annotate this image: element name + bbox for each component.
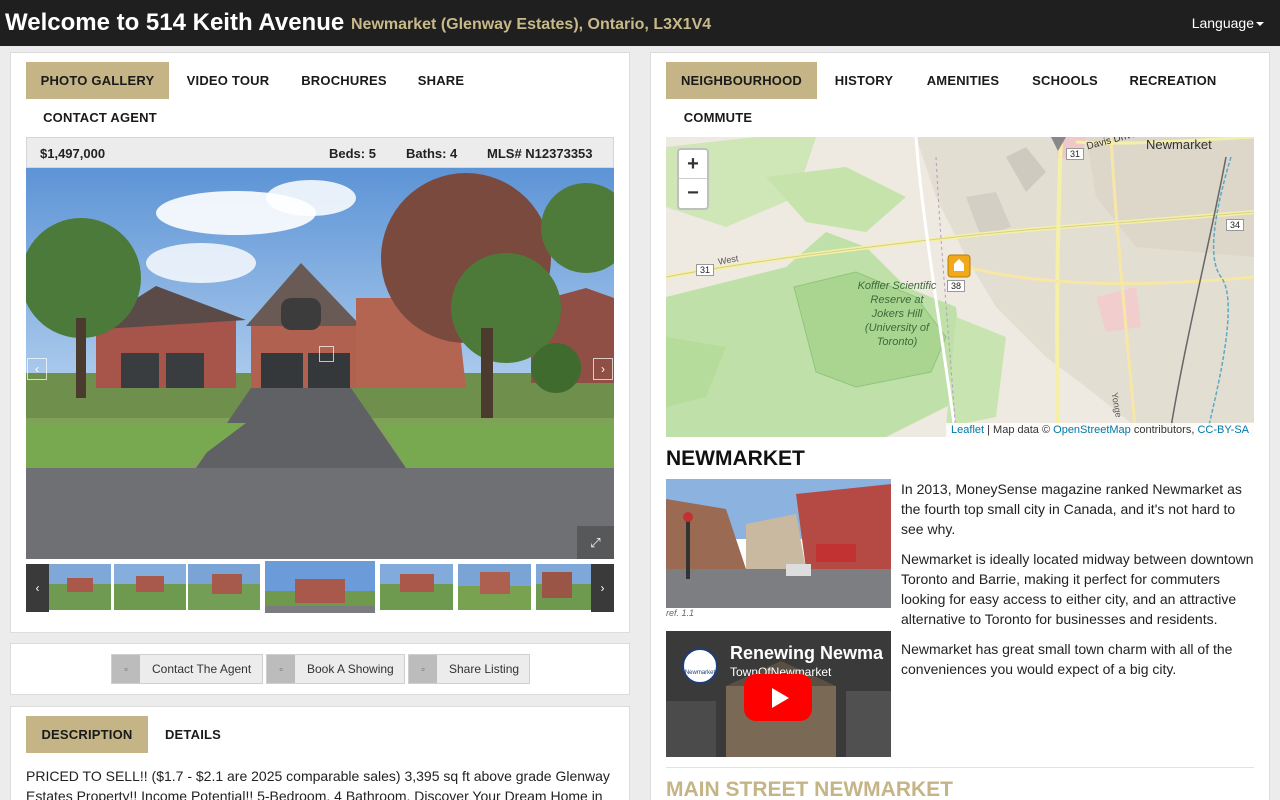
fullscreen-button[interactable]: ⤢	[577, 526, 614, 559]
tab-commute[interactable]: COMMUTE	[666, 99, 770, 136]
map-zoom-control: + −	[677, 148, 709, 210]
thumbnail-active[interactable]	[265, 561, 375, 613]
tab-description[interactable]: DESCRIPTION	[26, 716, 148, 753]
newmarket-logo: Newmarket	[682, 648, 718, 684]
neighbourhood-paragraph: Newmarket has great small town charm wit…	[901, 641, 1233, 677]
thumbnail[interactable]	[458, 564, 531, 610]
thumbnail-image	[265, 561, 375, 613]
play-icon	[771, 687, 789, 708]
share-listing-label: Share Listing	[449, 662, 520, 676]
road-shield-31: 31	[696, 264, 715, 276]
listing-beds: Beds: 5	[329, 146, 376, 161]
tab-contact-agent[interactable]: CONTACT AGENT	[26, 99, 174, 136]
thumbs-next-button[interactable]: ›	[591, 564, 614, 612]
map-attribution: Leaflet | Map data © OpenStreetMap contr…	[946, 423, 1254, 437]
section-divider	[666, 767, 1254, 768]
chevron-left-icon: ‹	[35, 581, 40, 595]
share-listing-button[interactable]: ▫ Share Listing	[408, 654, 530, 684]
main-street-image	[666, 479, 891, 608]
calendar-icon: ▫	[267, 655, 295, 683]
video-title: Renewing Newma	[730, 643, 884, 663]
book-showing-label: Book A Showing	[307, 662, 394, 676]
contact-icon: ▫	[112, 655, 140, 683]
thumbnail-image	[49, 564, 111, 610]
main-street-photo	[666, 479, 891, 608]
top-header: Welcome to 514 Keith Avenue Newmarket (G…	[0, 0, 1280, 46]
road-shield-31: 31	[1066, 148, 1085, 160]
tab-schools[interactable]: SCHOOLS	[1015, 62, 1115, 99]
caret-down-icon	[1256, 22, 1264, 27]
attribution-text: | Map data ©	[984, 424, 1054, 436]
thumbnail-image	[536, 564, 592, 610]
tab-neighbourhood[interactable]: NEIGHBOURHOOD	[666, 62, 817, 99]
chevron-right-icon: ›	[601, 362, 605, 376]
tab-details[interactable]: DETAILS	[148, 716, 238, 753]
listing-info-bar: $1,497,000 Beds: 5 Baths: 4 MLS# N123733…	[26, 137, 614, 168]
book-showing-button[interactable]: ▫ Book A Showing	[266, 654, 405, 684]
description-panel: DESCRIPTION DETAILS PRICED TO SELL!! ($1…	[10, 706, 630, 800]
main-street-title: MAIN STREET NEWMARKET	[666, 778, 953, 800]
tab-brochures[interactable]: BROCHURES	[287, 62, 401, 99]
photo-next-button[interactable]: ›	[593, 358, 613, 380]
photo-reference: ref. 1.1	[666, 608, 695, 618]
listing-mls: MLS# N12373353	[487, 146, 593, 161]
thumbnail[interactable]	[380, 564, 453, 610]
neighbourhood-paragraph: In 2013, MoneySense magazine ranked Newm…	[901, 481, 1242, 537]
zoom-in-button[interactable]: +	[679, 150, 707, 179]
description-text: PRICED TO SELL!! ($1.7 - $2.1 are 2025 c…	[26, 768, 610, 800]
video-embed[interactable]: Newmarket Renewing Newma TownOfNewmarket	[666, 631, 891, 757]
thumbnail-image	[188, 564, 260, 610]
thumbnail[interactable]	[49, 564, 111, 610]
language-label: Language	[1191, 15, 1254, 31]
play-button[interactable]	[744, 674, 812, 721]
tab-amenities[interactable]: AMENITIES	[911, 62, 1015, 99]
listing-baths: Baths: 4	[406, 146, 458, 161]
photo-prev-button[interactable]: ‹	[27, 358, 47, 380]
listing-price: $1,497,000	[40, 146, 106, 161]
language-dropdown[interactable]: Language	[1192, 15, 1264, 31]
tab-share[interactable]: SHARE	[401, 62, 481, 99]
road-shield-38: 38	[947, 280, 966, 292]
house-photo-image	[26, 168, 614, 559]
page-subtitle: Newmarket (Glenway Estates), Ontario, L3…	[351, 16, 712, 33]
thumbnail[interactable]	[536, 564, 592, 610]
neighbourhood-map[interactable]: Davis Drive Newmarket 31 31 34 38 West Y…	[666, 137, 1254, 437]
neighbourhood-title: NEWMARKET	[666, 447, 805, 470]
tab-recreation[interactable]: RECREATION	[1115, 62, 1231, 99]
share-icon: ▫	[409, 655, 437, 683]
contact-agent-button[interactable]: ▫ Contact The Agent	[111, 654, 263, 684]
tab-video-tour[interactable]: VIDEO TOUR	[169, 62, 287, 99]
actions-panel: ▫ Contact The Agent ▫ Book A Showing ▫ S…	[10, 643, 630, 695]
map-label-reserve: Koffler Scientific Reserve at Jokers Hil…	[857, 280, 937, 348]
thumbnail-image	[380, 564, 453, 610]
thumbnail-image	[114, 564, 186, 610]
page-title: Welcome to 514 Keith Avenue	[5, 9, 345, 36]
zoom-out-button[interactable]: −	[679, 179, 707, 208]
openstreetmap-link[interactable]: OpenStreetMap	[1053, 424, 1131, 436]
road-shield-34: 34	[1226, 219, 1245, 231]
tab-history[interactable]: HISTORY	[817, 62, 911, 99]
chevron-left-icon: ‹	[35, 362, 39, 376]
main-photo[interactable]: ‹ › ⤢	[26, 168, 614, 559]
thumbnail-strip: ‹ ›	[26, 561, 614, 613]
leaflet-link[interactable]: Leaflet	[951, 424, 984, 436]
gallery-panel: PHOTO GALLERY VIDEO TOUR BROCHURES SHARE…	[10, 52, 630, 633]
tab-photo-gallery[interactable]: PHOTO GALLERY	[26, 62, 169, 99]
place-label-newmarket: Newmarket	[1146, 137, 1212, 152]
contact-agent-label: Contact The Agent	[152, 662, 252, 676]
thumbs-prev-button[interactable]: ‹	[26, 564, 49, 612]
neighbourhood-paragraph: Newmarket is ideally located midway betw…	[901, 551, 1254, 627]
fullscreen-icon: ⤢	[590, 534, 601, 550]
chevron-right-icon: ›	[600, 581, 605, 595]
attribution-contrib: contributors,	[1130, 424, 1198, 436]
photo-zoom-target[interactable]	[319, 346, 334, 362]
thumbnail[interactable]	[188, 564, 260, 610]
thumbnail-image	[458, 564, 531, 610]
license-link[interactable]: CC-BY-SA	[1197, 424, 1249, 436]
thumbnail[interactable]	[114, 564, 186, 610]
